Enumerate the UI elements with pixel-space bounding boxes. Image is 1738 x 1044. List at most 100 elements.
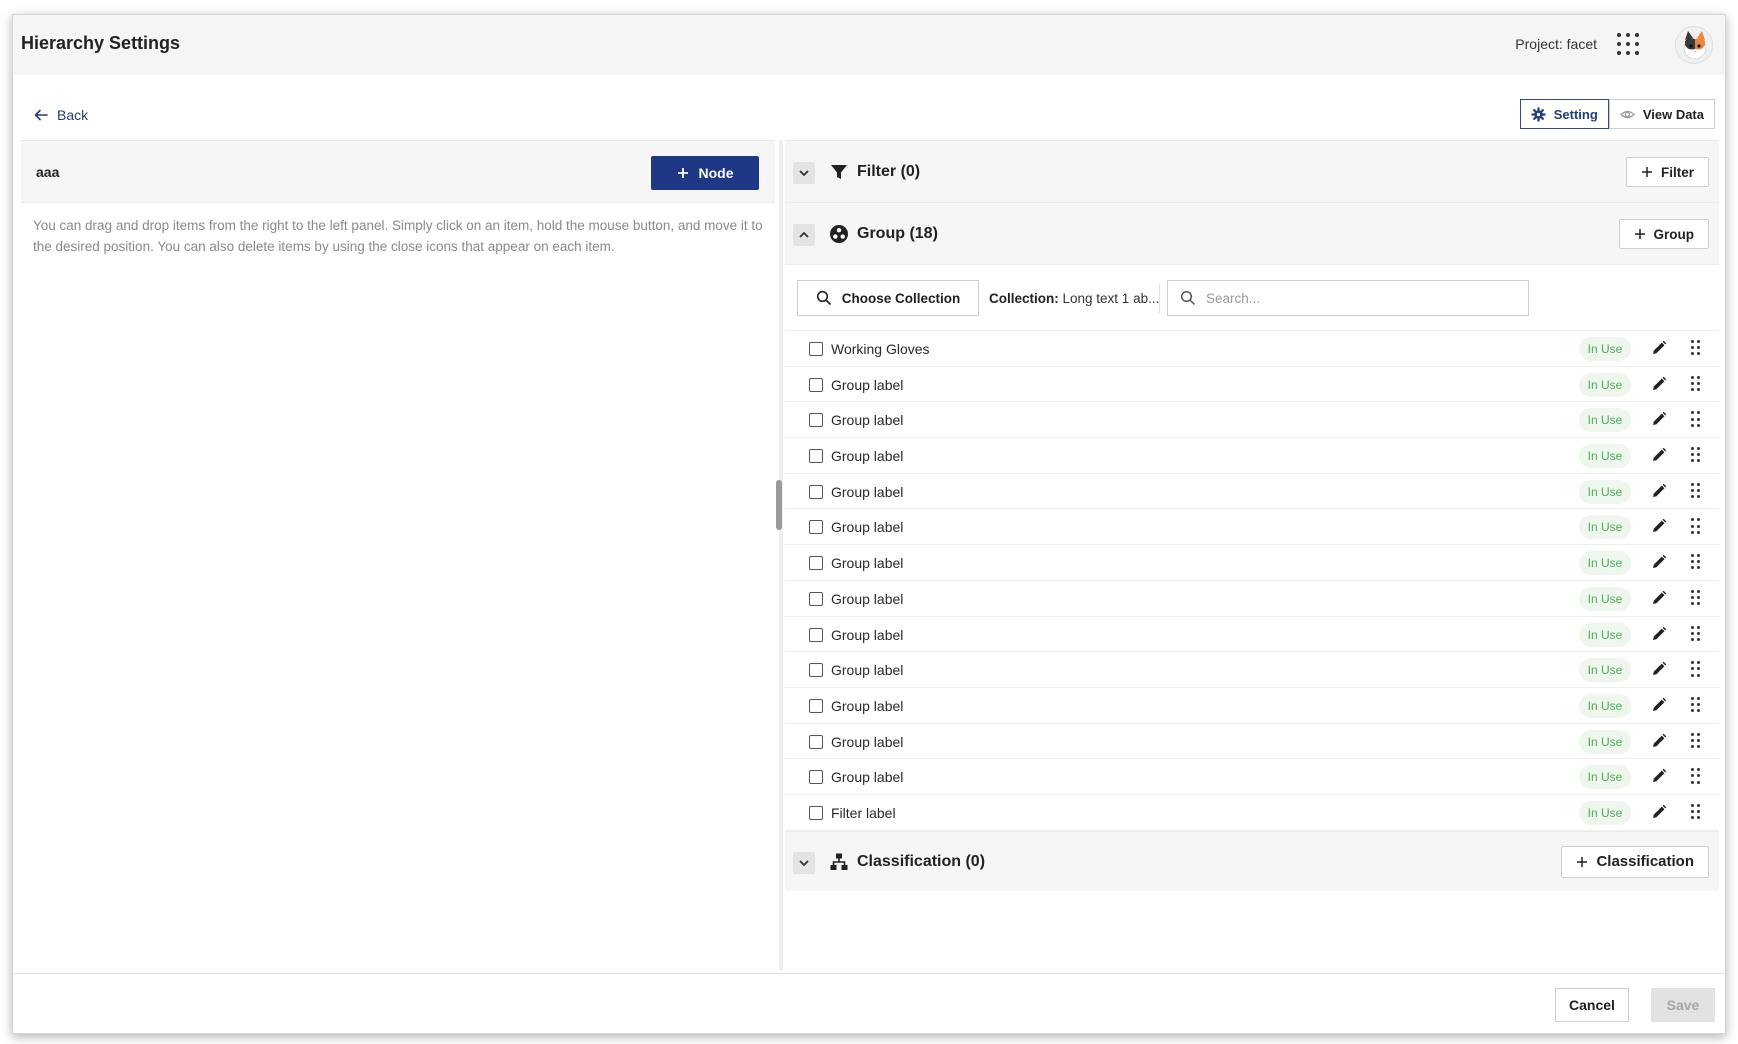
classification-section-header: Classification (0) Classification [785,830,1719,891]
item-checkbox[interactable] [809,449,823,464]
list-item[interactable]: Group label In Use [785,581,1719,617]
search-icon [1180,290,1196,306]
item-label: Group label [831,448,904,465]
funnel-icon [831,165,847,179]
item-checkbox[interactable] [809,770,823,785]
drag-handle-icon[interactable] [1691,732,1701,749]
pencil-icon[interactable] [1651,697,1667,713]
plus-icon [677,168,688,178]
drag-handle-icon[interactable] [1691,482,1701,499]
drag-handle-icon[interactable] [1691,554,1701,570]
pencil-icon[interactable] [1651,376,1667,392]
avatar[interactable] [1675,26,1713,64]
drag-handle-icon[interactable] [1691,625,1701,642]
list-item[interactable]: Group label In Use [785,545,1719,581]
filter-section-header: Filter (0) Filter [785,141,1719,203]
status-badge: In Use [1579,658,1631,683]
pencil-icon[interactable] [1651,626,1667,642]
item-checkbox[interactable] [809,627,823,642]
divider [1159,283,1160,313]
plus-icon [1634,229,1645,239]
list-item[interactable]: Filter label In Use [785,795,1719,831]
list-item[interactable]: Working Gloves In Use [785,331,1719,367]
pencil-icon[interactable] [1651,447,1667,463]
search-input[interactable] [1206,290,1506,306]
group-icon [830,225,848,243]
add-group-button[interactable]: Group [1618,219,1709,249]
item-label: Group label [831,555,904,572]
status-badge: In Use [1579,729,1631,754]
classification-expand-toggle[interactable] [793,851,815,874]
list-item[interactable]: Group label In Use [785,509,1719,546]
view-data-label: View Data [1642,106,1704,122]
pencil-icon[interactable] [1651,518,1667,534]
choose-collection-label: Choose Collection [841,290,961,306]
drag-handle-icon[interactable] [1691,340,1701,356]
cancel-button[interactable]: Cancel [1555,988,1629,1022]
add-node-button[interactable]: Node [651,156,759,190]
add-filter-button[interactable]: Filter [1625,157,1709,187]
item-checkbox[interactable] [809,484,823,499]
setting-label: Setting [1553,106,1598,122]
choose-collection-button[interactable]: Choose Collection [797,280,979,316]
chevron-down-icon [799,170,809,177]
item-checkbox[interactable] [809,591,823,606]
pencil-icon[interactable] [1651,554,1667,570]
pencil-icon[interactable] [1651,590,1667,606]
search-icon [816,290,831,306]
add-group-label: Group [1653,226,1695,242]
list-item[interactable]: Group label In Use [785,724,1719,760]
drag-handle-icon[interactable] [1691,375,1701,392]
item-checkbox[interactable] [809,698,823,713]
pencil-icon[interactable] [1651,411,1667,427]
group-search[interactable] [1167,280,1529,316]
pencil-icon[interactable] [1651,661,1667,677]
group-collapse-toggle[interactable] [793,224,815,246]
item-label: Group label [831,376,904,393]
setting-tab[interactable]: Setting [1519,99,1609,129]
add-classification-button[interactable]: Classification [1561,845,1709,878]
item-checkbox[interactable] [809,342,823,356]
arrow-left-icon [34,109,48,121]
drag-handle-icon[interactable] [1691,518,1701,534]
list-item[interactable]: Group label In Use [785,652,1719,688]
list-item[interactable]: Group label In Use [785,402,1719,439]
view-data-tab[interactable]: View Data [1608,99,1715,129]
item-checkbox[interactable] [809,663,823,678]
item-checkbox[interactable] [809,556,823,571]
pencil-icon[interactable] [1651,733,1667,749]
item-checkbox[interactable] [809,377,823,392]
item-label: Group label [831,483,904,500]
item-label: Filter label [831,804,896,821]
list-item[interactable]: Group label In Use [785,438,1719,474]
list-item[interactable]: Group label In Use [785,474,1719,510]
drag-handle-icon[interactable] [1691,803,1701,820]
drag-handle-icon[interactable] [1691,447,1701,463]
drag-handle-icon[interactable] [1691,661,1701,677]
pencil-icon[interactable] [1651,768,1667,784]
drag-handle-icon[interactable] [1691,589,1701,606]
drag-handle-icon[interactable] [1691,768,1701,784]
back-link[interactable]: Back [33,107,88,123]
hierarchy-title: aaa [36,164,60,180]
list-item[interactable]: Group label In Use [785,759,1719,795]
item-checkbox[interactable] [809,413,823,428]
plus-icon [1641,167,1652,177]
list-item[interactable]: Group label In Use [785,688,1719,724]
item-checkbox[interactable] [809,734,823,749]
pencil-icon[interactable] [1651,804,1667,820]
status-badge: In Use [1579,622,1631,647]
list-item[interactable]: Group label In Use [785,617,1719,653]
hierarchy-header: aaa Node [21,141,775,203]
item-checkbox[interactable] [809,520,823,535]
item-checkbox[interactable] [809,805,823,820]
pencil-icon[interactable] [1651,483,1667,499]
drag-handle-icon[interactable] [1691,411,1701,427]
pencil-icon[interactable] [1651,340,1667,356]
apps-grid-icon[interactable] [1617,33,1639,55]
status-badge: In Use [1579,372,1631,397]
splitter-handle[interactable] [776,480,782,530]
drag-handle-icon[interactable] [1691,696,1701,713]
filter-expand-toggle[interactable] [793,162,815,184]
list-item[interactable]: Group label In Use [785,367,1719,403]
